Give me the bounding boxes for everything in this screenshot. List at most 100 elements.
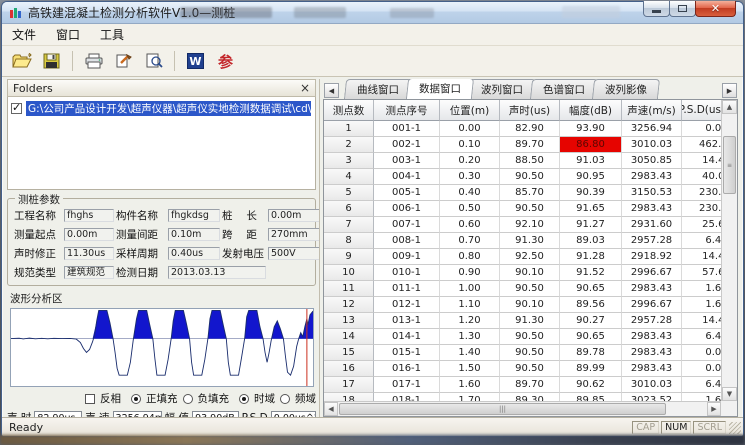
table-row[interactable]: 12012-11.1090.1089.562996.671.60 <box>324 297 721 313</box>
param-value-field[interactable]: 500V <box>268 247 320 260</box>
param-value-field[interactable]: 建筑规范 <box>64 266 114 279</box>
tab-scroll-right-button[interactable]: ▶ <box>722 83 737 98</box>
fill-positive-radio[interactable] <box>131 394 141 404</box>
freq-domain-radio[interactable] <box>280 394 290 404</box>
data-cell: 1.60 <box>682 297 721 313</box>
table-row[interactable]: 5005-10.4085.7090.393150.53230.40 <box>324 185 721 201</box>
scroll-left-icon[interactable]: ◀ <box>324 402 338 416</box>
data-cell: 2983.43 <box>622 345 682 361</box>
table-row[interactable]: 2002-10.1089.7086.803010.03462.40 <box>324 137 721 153</box>
print-setup-button[interactable] <box>110 49 137 74</box>
table-row[interactable]: 10010-10.9090.1091.522996.6757.60 <box>324 265 721 281</box>
tab-曲线窗口[interactable]: 曲线窗口 <box>344 79 412 99</box>
menu-item-工具[interactable]: 工具 <box>100 26 124 43</box>
close-button[interactable]: ✕ <box>695 1 736 17</box>
table-row[interactable]: 14014-11.3090.5090.652983.436.40 <box>324 329 721 345</box>
invert-checkbox[interactable] <box>85 394 95 404</box>
data-cell: 14.40 <box>682 153 721 169</box>
menu-bar: 文件 窗口 工具 <box>2 24 743 46</box>
time-domain-radio[interactable] <box>239 394 249 404</box>
data-cell: 0.00 <box>682 121 721 137</box>
data-cell: 90.39 <box>560 185 622 201</box>
scroll-down-icon[interactable]: ▼ <box>722 387 737 401</box>
readouts-row: 声 时82.90us声 速3256.94m/s幅 值93.90dBP.S.D0.… <box>7 410 316 417</box>
param-value-field[interactable]: 0.00m <box>64 228 114 241</box>
data-cell: 3150.53 <box>622 185 682 201</box>
param-value-field[interactable]: 0.10m <box>168 228 220 241</box>
export-word-button[interactable]: W <box>182 49 209 74</box>
tab-label: 波列影像 <box>605 82 647 97</box>
menu-item-窗口[interactable]: 窗口 <box>56 26 80 43</box>
param-value-field[interactable]: fhgkdsg <box>168 209 220 222</box>
data-cell: 91.52 <box>560 265 622 281</box>
scrollbar-corner <box>721 401 737 416</box>
table-row[interactable]: 4004-10.3090.5090.952983.4340.00 <box>324 169 721 185</box>
title-bar[interactable]: 高铁建混凝土检测分析软件V1.0—测桩 ✕ <box>2 2 743 24</box>
table-row[interactable]: 8008-10.7091.3089.032957.286.40 <box>324 233 721 249</box>
param-value-field[interactable]: 270mm <box>268 228 320 241</box>
table-row[interactable]: 6006-10.5090.5091.652983.43230.40 <box>324 201 721 217</box>
printer-icon <box>84 53 104 69</box>
table-row[interactable]: 1001-10.0082.9093.903256.940.00 <box>324 121 721 137</box>
tab-色谱窗口[interactable]: 色谱窗口 <box>530 79 598 99</box>
column-header[interactable]: 声时(us) <box>500 100 560 121</box>
table-row[interactable]: 13013-11.2091.3090.272957.2814.40 <box>324 313 721 329</box>
waveform-plot[interactable] <box>10 308 314 387</box>
vertical-scrollbar[interactable]: ▲ ≡ ▼ <box>721 100 737 401</box>
column-header[interactable]: 测点数 <box>324 100 374 121</box>
data-cell: 92.50 <box>500 249 560 265</box>
maximize-button[interactable] <box>669 1 696 17</box>
minimize-button[interactable] <box>643 1 670 17</box>
app-icon <box>9 6 23 20</box>
menu-item-文件[interactable]: 文件 <box>12 26 36 43</box>
table-row[interactable]: 18018-11.7089.3089.853023.521.60 <box>324 393 721 401</box>
fill-positive-label: 正填充 <box>146 391 178 406</box>
data-cell: 57.60 <box>682 265 721 281</box>
tree-item-path[interactable]: G:\公司产品设计开发\超声仪器\超声仪实地检测数据调试\cd\cd03\cd0… <box>26 101 311 116</box>
data-cell: 012-1 <box>374 297 440 313</box>
fill-negative-label: 负填充 <box>198 391 230 406</box>
scroll-right-icon[interactable]: ▶ <box>707 402 721 416</box>
tab-波列窗口[interactable]: 波列窗口 <box>468 79 536 99</box>
table-row[interactable]: 7007-10.6092.1091.272931.6025.60 <box>324 217 721 233</box>
column-header[interactable]: 声速(m/s) <box>622 100 682 121</box>
column-header[interactable]: 测点序号 <box>374 100 440 121</box>
print-button[interactable] <box>80 49 107 74</box>
data-cell: 3010.03 <box>622 137 682 153</box>
fill-negative-radio[interactable] <box>183 394 193 404</box>
row-number-cell: 12 <box>324 297 374 313</box>
vertical-scrollbar-thumb[interactable]: ≡ <box>723 136 736 194</box>
open-file-button[interactable] <box>8 49 35 74</box>
param-value-field[interactable]: 0.40us <box>168 247 220 260</box>
param-value-field[interactable]: fhghs <box>64 209 114 222</box>
folders-close-button[interactable]: × <box>300 82 310 94</box>
column-header[interactable]: 幅度(dB) <box>560 100 622 121</box>
table-row[interactable]: 3003-10.2088.5091.033050.8514.40 <box>324 153 721 169</box>
table-row[interactable]: 17017-11.6089.7090.623010.036.40 <box>324 377 721 393</box>
resize-grip-icon[interactable] <box>729 422 741 434</box>
tree-item-checkbox[interactable] <box>11 103 22 114</box>
folders-pane-header[interactable]: Folders × <box>7 79 316 97</box>
param-value-field[interactable]: 0.00m <box>268 209 320 222</box>
table-row[interactable]: 15015-11.4090.5089.782983.430.00 <box>324 345 721 361</box>
column-header[interactable]: P.S.D(us^2/m) <box>682 100 721 121</box>
table-row[interactable]: 9009-10.8092.5091.282918.9214.40 <box>324 249 721 265</box>
horizontal-scrollbar-thumb[interactable]: ||| <box>339 403 666 415</box>
print-preview-button[interactable] <box>140 49 167 74</box>
table-row[interactable]: 16016-11.5090.5089.992983.430.00 <box>324 361 721 377</box>
data-cell: 90.27 <box>560 313 622 329</box>
save-button[interactable] <box>38 49 65 74</box>
tab-数据窗口[interactable]: 数据窗口 <box>406 79 474 99</box>
param-label: 发射电压 <box>222 246 266 261</box>
parameters-button[interactable]: 参 <box>212 49 239 74</box>
horizontal-scrollbar[interactable]: ◀ ||| ▶ <box>324 401 721 416</box>
tab-scroll-left-button[interactable]: ◀ <box>324 83 339 98</box>
tab-波列影像[interactable]: 波列影像 <box>592 79 660 99</box>
column-header[interactable]: 位置(m) <box>440 100 500 121</box>
param-value-field[interactable]: 2013.03.13 <box>168 266 266 279</box>
save-icon <box>43 53 60 69</box>
tree-item[interactable]: G:\公司产品设计开发\超声仪器\超声仪实地检测数据调试\cd\cd03\cd0… <box>11 101 312 116</box>
table-row[interactable]: 11011-11.0090.5090.652983.431.60 <box>324 281 721 297</box>
param-value-field[interactable]: 11.30us <box>64 247 114 260</box>
scroll-up-icon[interactable]: ▲ <box>722 100 737 114</box>
